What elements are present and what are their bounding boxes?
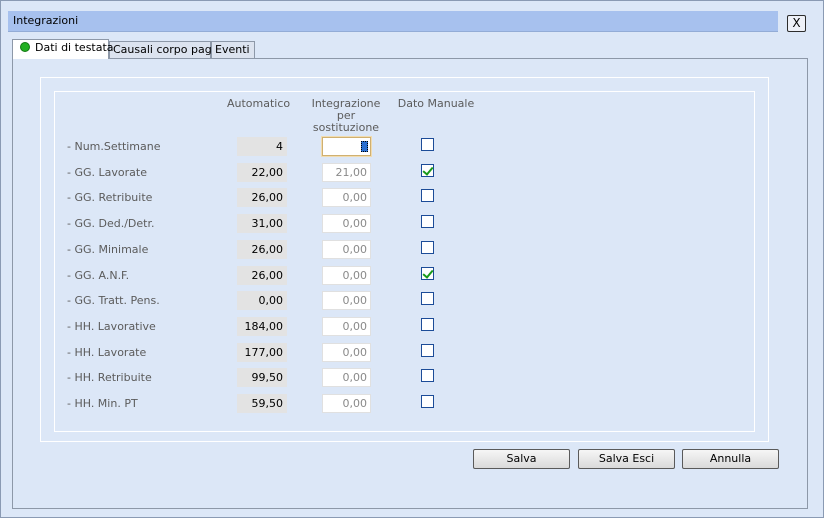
dato-manuale-checkbox[interactable] [421,318,434,331]
row-label: - HH. Retribuite [67,371,152,384]
column-header-integrazione-line1: Integrazione per [311,97,381,122]
tab-label: Causali corpo paga [113,43,219,56]
automatico-field: 0,00 [237,291,287,310]
row-label: - GG. Retribuite [67,191,153,204]
salva-esci-button[interactable]: Salva Esci [578,449,675,469]
row-label: - GG. Tratt. Pens. [67,294,160,307]
automatico-field: 26,00 [237,240,287,259]
dato-manuale-checkbox[interactable] [421,138,434,151]
integrazione-input[interactable]: 0,00 [322,291,371,310]
row-label: - HH. Lavorate [67,346,147,359]
integrazione-input[interactable]: 0,00 [322,317,371,336]
integrazione-input[interactable]: 0,00 [322,343,371,362]
column-header-integrazione-line2: sostituzione [312,121,380,134]
row-label: - GG. Minimale [67,243,149,256]
integrazione-input[interactable]: 0,00 [322,266,371,285]
automatico-field: 4 [237,137,287,156]
integrazione-input[interactable]: 0,00 [322,214,371,233]
column-header-dato-manuale: Dato Manuale [397,97,475,110]
tab-label: Dati di testata [35,41,114,54]
checkmark-icon [422,164,434,176]
automatico-field: 177,00 [237,343,287,362]
automatico-field: 184,00 [237,317,287,336]
window-title: Integrazioni [13,14,79,27]
column-header-integrazione: Integrazione per sostituzione [301,98,391,134]
row-label: - Num.Settimane [67,140,161,153]
close-button[interactable]: X [787,15,806,32]
row-label: - GG. Lavorate [67,166,147,179]
tab-causali-corpo-paga[interactable]: Causali corpo paga [109,41,218,58]
automatico-field: 99,50 [237,368,287,387]
row-label: - HH. Min. PT [67,397,138,410]
dato-manuale-checkbox[interactable] [421,344,434,357]
row-label: - GG. Ded./Detr. [67,217,155,230]
column-header-automatico: Automatico [227,97,291,110]
integrazione-input[interactable] [321,136,372,157]
dato-manuale-checkbox[interactable] [421,395,434,408]
dato-manuale-checkbox[interactable] [421,369,434,382]
title-bar: Integrazioni [8,11,778,32]
tab-eventi[interactable]: Eventi [211,41,255,58]
salva-button[interactable]: Salva [473,449,570,469]
automatico-field: 59,50 [237,394,287,413]
integrazione-input[interactable]: 0,00 [322,188,371,207]
dato-manuale-checkbox[interactable] [421,241,434,254]
tab-label: Eventi [215,43,250,56]
integrazione-input[interactable]: 21,00 [322,163,371,182]
dato-manuale-checkbox[interactable] [421,189,434,202]
automatico-field: 26,00 [237,188,287,207]
status-dot-icon [20,42,30,52]
integrazione-input[interactable]: 0,00 [322,368,371,387]
dato-manuale-checkbox[interactable] [421,292,434,305]
row-label: - GG. A.N.F. [67,269,130,282]
annulla-button[interactable]: Annulla [682,449,779,469]
automatico-field: 31,00 [237,214,287,233]
checkmark-icon [422,267,434,279]
automatico-field: 26,00 [237,266,287,285]
dato-manuale-checkbox[interactable] [421,215,434,228]
dato-manuale-checkbox[interactable] [421,164,434,177]
dato-manuale-checkbox[interactable] [421,267,434,280]
text-cursor-icon [361,141,368,152]
integrazioni-window: Integrazioni X Dati di testata Causali c… [0,0,824,518]
tab-dati-di-testata[interactable]: Dati di testata [12,39,114,59]
automatico-field: 22,00 [237,163,287,182]
row-label: - HH. Lavorative [67,320,156,333]
integrazione-input[interactable]: 0,00 [322,240,371,259]
integrazione-input[interactable]: 0,00 [322,394,371,413]
